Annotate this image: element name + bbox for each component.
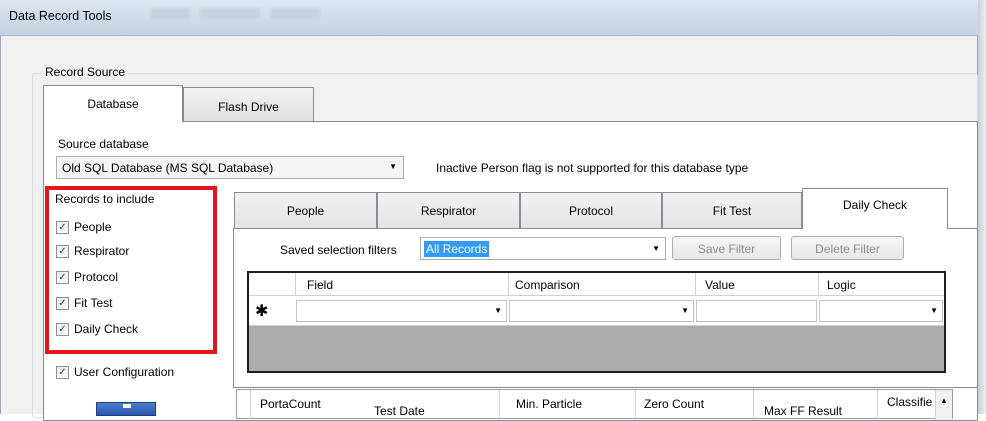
chevron-down-icon: ▼ — [681, 306, 689, 315]
column-header-comparison[interactable]: Comparison — [515, 278, 580, 292]
tab-protocol[interactable]: Protocol — [520, 192, 662, 229]
column-separator — [695, 273, 696, 296]
tab-database[interactable]: Database — [43, 85, 183, 122]
tab-respirator[interactable]: Respirator — [377, 192, 520, 229]
delete-filter-button[interactable]: Delete Filter — [791, 236, 904, 260]
column-separator — [508, 273, 509, 296]
window-edge — [978, 0, 986, 414]
column-header-zero-count[interactable]: Zero Count — [644, 398, 704, 411]
column-header-max-ff-result[interactable]: Max FF Result — [764, 405, 842, 418]
filter-grid-header: Field Comparison Value Logic — [249, 273, 944, 296]
checkbox-user-configuration[interactable]: ✓ User Configuration — [56, 364, 174, 380]
chevron-down-icon: ▼ — [389, 162, 397, 171]
source-database-label: Source database — [58, 137, 149, 151]
tab-people[interactable]: People — [234, 192, 377, 229]
column-separator — [635, 390, 636, 420]
logic-dropdown[interactable]: ▼ — [819, 300, 943, 322]
value-input[interactable] — [696, 300, 817, 322]
column-separator — [818, 273, 819, 296]
column-separator — [877, 390, 878, 420]
saved-filters-value: All Records — [424, 241, 490, 257]
comparison-dropdown[interactable]: ▼ — [509, 300, 694, 322]
chevron-down-icon: ▼ — [652, 244, 660, 253]
results-grid: PortaCount Test Date Min. Particle Zero … — [236, 389, 953, 420]
column-header-test-date[interactable]: Test Date — [374, 405, 425, 418]
title-bar — [0, 0, 986, 36]
blur-artifact — [200, 8, 260, 18]
saved-filters-label: Saved selection filters — [280, 243, 397, 257]
column-separator — [499, 390, 500, 420]
new-row-icon: ✱ — [255, 303, 269, 320]
chevron-down-icon: ▼ — [494, 306, 502, 315]
highlight-box — [45, 186, 217, 354]
source-database-dropdown[interactable]: Old SQL Database (MS SQL Database) ▼ — [56, 156, 404, 179]
checkbox-label: User Configuration — [74, 365, 175, 379]
saved-filters-dropdown[interactable]: All Records ▼ — [420, 237, 666, 260]
column-header-field[interactable]: Field — [307, 278, 333, 292]
filter-grid: Field Comparison Value Logic ✱ ▼ ▼ ▼ — [247, 271, 946, 373]
column-header-value[interactable]: Value — [705, 278, 735, 292]
tab-fit-test[interactable]: Fit Test — [662, 192, 802, 229]
column-separator — [753, 390, 754, 420]
source-database-value: Old SQL Database (MS SQL Database) — [62, 161, 274, 175]
chevron-up-icon: ▲ — [940, 396, 948, 405]
chevron-down-icon: ▼ — [930, 306, 938, 315]
tab-flash-drive[interactable]: Flash Drive — [183, 87, 314, 122]
column-header-classification[interactable]: Classifie — [887, 396, 932, 409]
window-title: Data Record Tools — [9, 9, 112, 23]
scroll-up-button[interactable]: ▲ — [935, 390, 952, 420]
save-filter-button[interactable]: Save Filter — [672, 236, 781, 260]
column-header-logic[interactable]: Logic — [827, 278, 856, 292]
filter-grid-new-row: ✱ ▼ ▼ ▼ — [249, 296, 944, 326]
column-header-portacount[interactable]: PortaCount — [260, 398, 321, 411]
tab-daily-check[interactable]: Daily Check — [802, 188, 948, 229]
blur-artifact — [270, 8, 320, 18]
blur-artifact — [150, 8, 190, 18]
inactive-person-note: Inactive Person flag is not supported fo… — [436, 161, 749, 175]
column-header-min-particle[interactable]: Min. Particle — [516, 398, 582, 411]
column-separator — [295, 273, 296, 296]
field-dropdown[interactable]: ▼ — [296, 300, 507, 322]
column-separator — [250, 390, 251, 420]
logo-detail — [123, 404, 131, 408]
record-source-label: Record Source — [42, 65, 129, 79]
checkbox-icon[interactable]: ✓ — [56, 365, 69, 379]
